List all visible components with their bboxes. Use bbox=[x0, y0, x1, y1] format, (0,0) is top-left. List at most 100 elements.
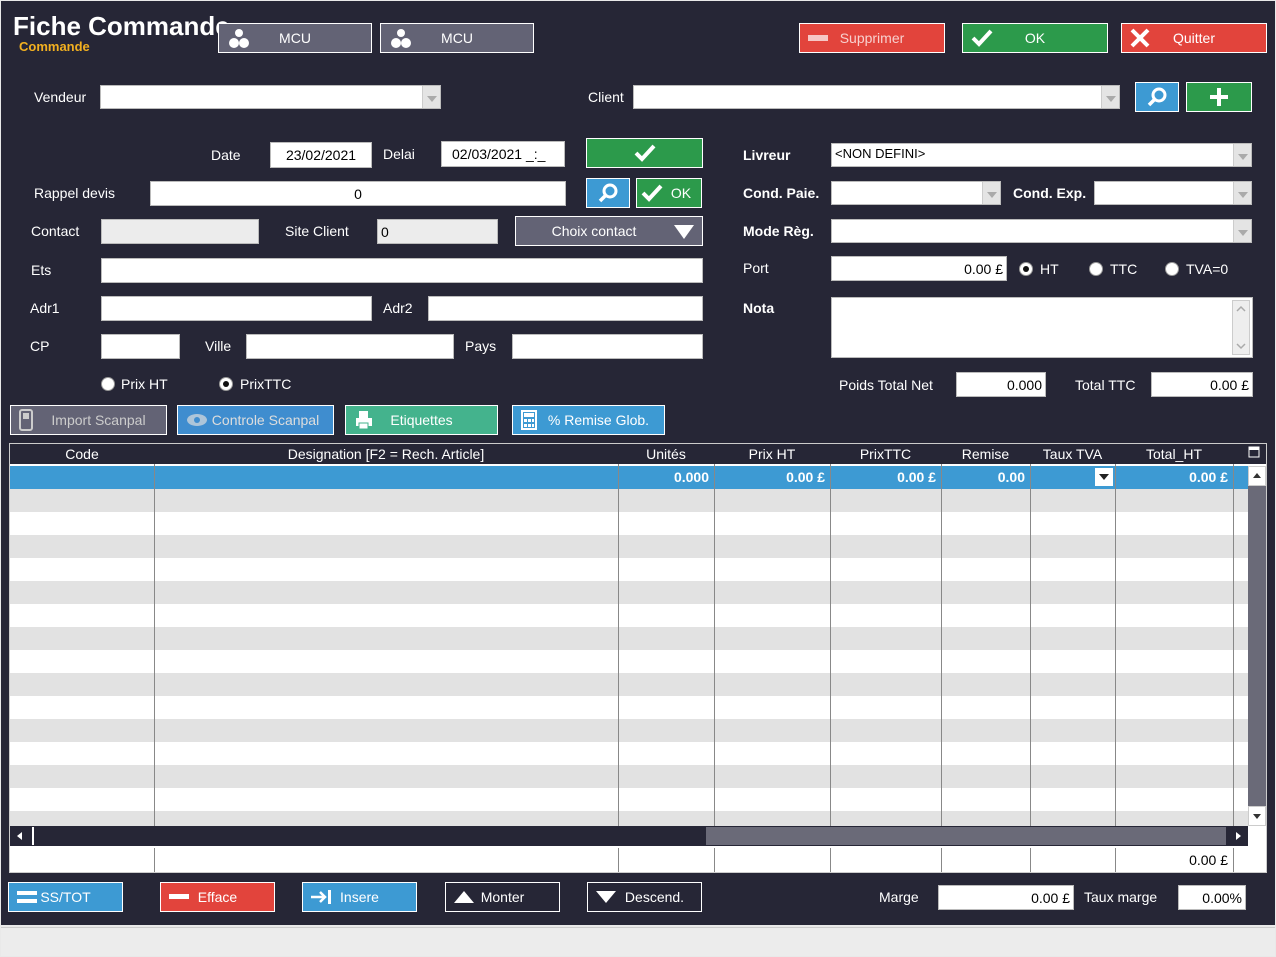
horizontal-scroll-track[interactable] bbox=[32, 827, 706, 845]
horizontal-scrollbar[interactable] bbox=[10, 826, 1248, 846]
delete-button[interactable]: Supprimer bbox=[799, 23, 945, 53]
chevron-down-icon[interactable] bbox=[1233, 220, 1251, 242]
chevron-down-icon[interactable] bbox=[1101, 86, 1119, 108]
site-client-field[interactable]: 0 bbox=[377, 219, 498, 244]
adr1-field[interactable] bbox=[101, 296, 372, 321]
prix-ttc-radio[interactable] bbox=[219, 377, 233, 391]
insere-button[interactable]: Insere bbox=[302, 882, 417, 912]
taux-marge-field[interactable]: 0.00% bbox=[1178, 885, 1246, 910]
col-header-code[interactable]: Code bbox=[10, 444, 154, 464]
delai-field[interactable]: 02/03/2021 _:_ bbox=[441, 141, 565, 167]
descend-button[interactable]: Descend. bbox=[587, 882, 702, 912]
pays-field[interactable] bbox=[512, 334, 703, 359]
chevron-down-icon[interactable] bbox=[422, 86, 440, 108]
import-scanpal-button[interactable]: Import Scanpal bbox=[10, 405, 167, 435]
vendeur-combo[interactable] bbox=[100, 85, 441, 109]
table-row[interactable] bbox=[10, 673, 1248, 696]
table-row[interactable] bbox=[10, 788, 1248, 811]
confirm-date-button[interactable] bbox=[586, 138, 703, 168]
scroll-up-button[interactable] bbox=[1248, 466, 1266, 486]
col-header-unites[interactable]: Unités bbox=[618, 444, 714, 464]
cell-prix-ht[interactable]: 0.00 £ bbox=[714, 466, 830, 489]
mcu-button-2[interactable]: MCU bbox=[380, 23, 534, 53]
add-client-button[interactable] bbox=[1186, 82, 1252, 112]
cell-code[interactable] bbox=[10, 466, 154, 489]
client-combo[interactable] bbox=[633, 85, 1120, 109]
cell-taux-tva[interactable] bbox=[1030, 466, 1115, 489]
cell-total-ht[interactable]: 0.00 £ bbox=[1115, 466, 1233, 489]
chevron-down-icon[interactable] bbox=[1233, 182, 1251, 204]
nota-scrollbar[interactable] bbox=[1232, 300, 1250, 355]
choix-contact-button[interactable]: Choix contact bbox=[515, 216, 703, 246]
table-row[interactable] bbox=[10, 627, 1248, 650]
table-row[interactable] bbox=[10, 581, 1248, 604]
cell-remise[interactable]: 0.00 bbox=[941, 466, 1030, 489]
adr2-field[interactable] bbox=[428, 296, 703, 321]
col-header-total-ht[interactable]: Total_HT bbox=[1115, 444, 1233, 464]
table-row[interactable] bbox=[10, 489, 1248, 512]
table-row[interactable] bbox=[10, 719, 1248, 742]
rappel-ok-button[interactable]: OK bbox=[636, 178, 702, 208]
col-header-remise[interactable]: Remise bbox=[941, 444, 1030, 464]
table-row[interactable] bbox=[10, 604, 1248, 627]
rappel-devis-field[interactable]: 0 bbox=[150, 181, 566, 206]
chevron-down-icon[interactable] bbox=[982, 182, 1000, 204]
controle-scanpal-button[interactable]: Controle Scanpal bbox=[177, 405, 334, 435]
livreur-combo[interactable]: <NON DEFINI> bbox=[831, 143, 1252, 167]
arrow-right-icon[interactable] bbox=[1228, 826, 1248, 846]
table-row[interactable] bbox=[10, 811, 1248, 826]
column-divider bbox=[618, 464, 619, 826]
cond-exp-combo[interactable] bbox=[1094, 181, 1252, 205]
table-row[interactable] bbox=[10, 696, 1248, 719]
total-ttc-field[interactable]: 0.00 £ bbox=[1151, 372, 1253, 397]
port-tva0-radio[interactable] bbox=[1165, 262, 1179, 276]
mcu-button-1[interactable]: MCU bbox=[218, 23, 372, 53]
arrow-left-icon[interactable] bbox=[10, 826, 30, 846]
cell-unites[interactable]: 0.000 bbox=[618, 466, 714, 489]
table-row[interactable] bbox=[10, 512, 1248, 535]
remise-glob-button[interactable]: % Remise Glob. bbox=[512, 405, 665, 435]
table-row[interactable] bbox=[10, 742, 1248, 765]
table-row-selected[interactable]: 0.000 0.00 £ 0.00 £ 0.00 0.00 £ bbox=[10, 466, 1248, 489]
port-ttc-radio[interactable] bbox=[1089, 262, 1103, 276]
ville-field[interactable] bbox=[246, 334, 454, 359]
col-header-prix-ttc[interactable]: PrixTTC bbox=[830, 444, 941, 464]
chevron-down-icon[interactable] bbox=[1233, 144, 1251, 166]
table-row[interactable] bbox=[10, 650, 1248, 673]
col-header-taux-tva[interactable]: Taux TVA bbox=[1030, 444, 1115, 464]
col-header-designation[interactable]: Designation [F2 = Rech. Article] bbox=[154, 444, 618, 464]
table-row[interactable] bbox=[10, 558, 1248, 581]
poids-field[interactable]: 0.000 bbox=[956, 372, 1046, 397]
prix-ht-radio[interactable] bbox=[101, 377, 115, 391]
arrow-up-icon[interactable] bbox=[1233, 303, 1249, 315]
cond-paie-combo[interactable] bbox=[831, 181, 1001, 205]
table-row[interactable] bbox=[10, 535, 1248, 558]
table-row[interactable] bbox=[10, 765, 1248, 788]
cell-prix-ttc[interactable]: 0.00 £ bbox=[830, 466, 941, 489]
rappel-search-button[interactable] bbox=[586, 178, 630, 208]
nota-textarea[interactable] bbox=[831, 297, 1253, 358]
cp-field[interactable] bbox=[101, 334, 180, 359]
cell-designation[interactable] bbox=[154, 466, 618, 489]
col-header-prix-ht[interactable]: Prix HT bbox=[714, 444, 830, 464]
ok-button[interactable]: OK bbox=[962, 23, 1108, 53]
monter-button[interactable]: Monter bbox=[445, 882, 560, 912]
port-field[interactable]: 0.00 £ bbox=[831, 256, 1007, 281]
etiquettes-button[interactable]: Etiquettes bbox=[345, 405, 498, 435]
mode-reg-combo[interactable] bbox=[831, 219, 1252, 243]
contact-field[interactable] bbox=[101, 219, 259, 244]
scroll-down-button[interactable] bbox=[1248, 806, 1266, 826]
marge-field[interactable]: 0.00 £ bbox=[938, 885, 1074, 910]
arrow-down-icon[interactable] bbox=[1233, 340, 1249, 352]
sstot-button[interactable]: SS/TOT bbox=[8, 882, 123, 912]
efface-button[interactable]: Efface bbox=[160, 882, 275, 912]
ets-field[interactable] bbox=[101, 258, 703, 283]
horizontal-scroll-thumb[interactable] bbox=[706, 827, 1226, 845]
chevron-down-icon[interactable] bbox=[1095, 468, 1113, 486]
quit-button[interactable]: Quitter bbox=[1121, 23, 1267, 53]
vertical-scrollbar[interactable] bbox=[1248, 466, 1266, 826]
date-field[interactable]: 23/02/2021 bbox=[270, 142, 372, 168]
column-menu-icon[interactable] bbox=[1248, 446, 1260, 458]
client-search-button[interactable] bbox=[1135, 82, 1179, 112]
port-ht-radio[interactable] bbox=[1019, 262, 1033, 276]
